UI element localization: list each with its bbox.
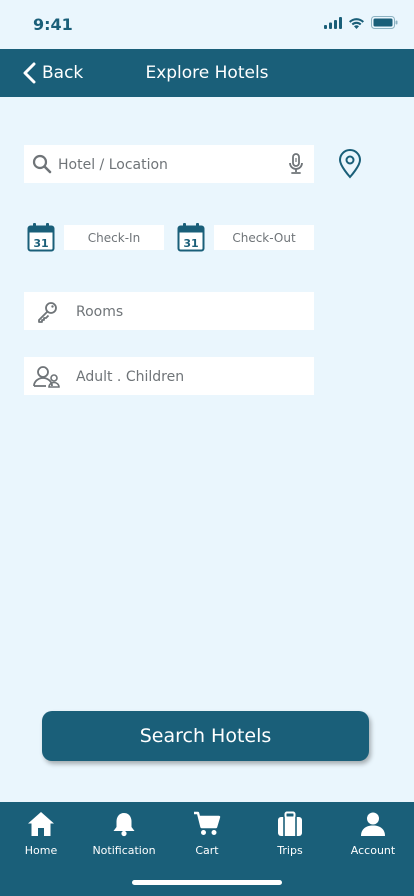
- status-icons: [324, 16, 398, 29]
- battery-icon: [371, 16, 398, 29]
- check-in-calendar-day: 31: [33, 237, 48, 250]
- search-hotels-button[interactable]: Search Hotels: [42, 711, 369, 761]
- check-out-calendar-icon[interactable]: 31: [177, 222, 205, 252]
- tab-notification-label: Notification: [92, 844, 156, 857]
- chevron-left-icon: [23, 62, 36, 84]
- tab-trips[interactable]: Trips: [249, 810, 331, 860]
- tab-account-label: Account: [350, 844, 396, 857]
- person-icon: [361, 812, 385, 836]
- tab-account[interactable]: Account: [332, 810, 414, 860]
- guests-placeholder: Adult . Children: [76, 369, 185, 385]
- signal-icon: [324, 16, 342, 29]
- check-in-field[interactable]: Check-In: [64, 225, 164, 250]
- suitcase-icon: [278, 811, 302, 836]
- rooms-placeholder: Rooms: [76, 304, 124, 320]
- rooms-field[interactable]: Rooms: [24, 292, 314, 330]
- location-search-input[interactable]: Hotel / Location: [24, 145, 314, 183]
- check-out-calendar-day: 31: [183, 237, 198, 250]
- nav-bar: Explore Hotels Back: [0, 49, 414, 97]
- status-time: 9:41: [33, 15, 73, 34]
- location-pin-icon[interactable]: [338, 149, 362, 179]
- search-placeholder: Hotel / Location: [58, 157, 168, 173]
- tab-cart[interactable]: Cart: [166, 810, 248, 860]
- tab-home[interactable]: Home: [0, 810, 82, 860]
- status-bar: 9:41: [0, 0, 414, 49]
- bell-icon: [113, 813, 135, 837]
- tab-notification[interactable]: Notification: [83, 810, 165, 860]
- microphone-icon[interactable]: [288, 153, 304, 175]
- tab-trips-label: Trips: [277, 844, 303, 857]
- home-indicator: [132, 880, 282, 885]
- users-icon: [33, 366, 60, 388]
- search-icon: [32, 154, 52, 174]
- guests-field[interactable]: Adult . Children: [24, 357, 314, 395]
- check-out-field[interactable]: Check-Out: [214, 225, 314, 250]
- tab-cart-label: Cart: [195, 844, 219, 857]
- back-label: Back: [42, 63, 84, 83]
- wifi-icon: [349, 17, 364, 29]
- back-button[interactable]: Back: [22, 49, 83, 97]
- cart-icon: [194, 811, 221, 835]
- home-icon: [28, 812, 54, 836]
- tab-home-label: Home: [24, 844, 58, 857]
- key-icon: [38, 302, 57, 323]
- check-in-calendar-icon[interactable]: 31: [27, 222, 55, 252]
